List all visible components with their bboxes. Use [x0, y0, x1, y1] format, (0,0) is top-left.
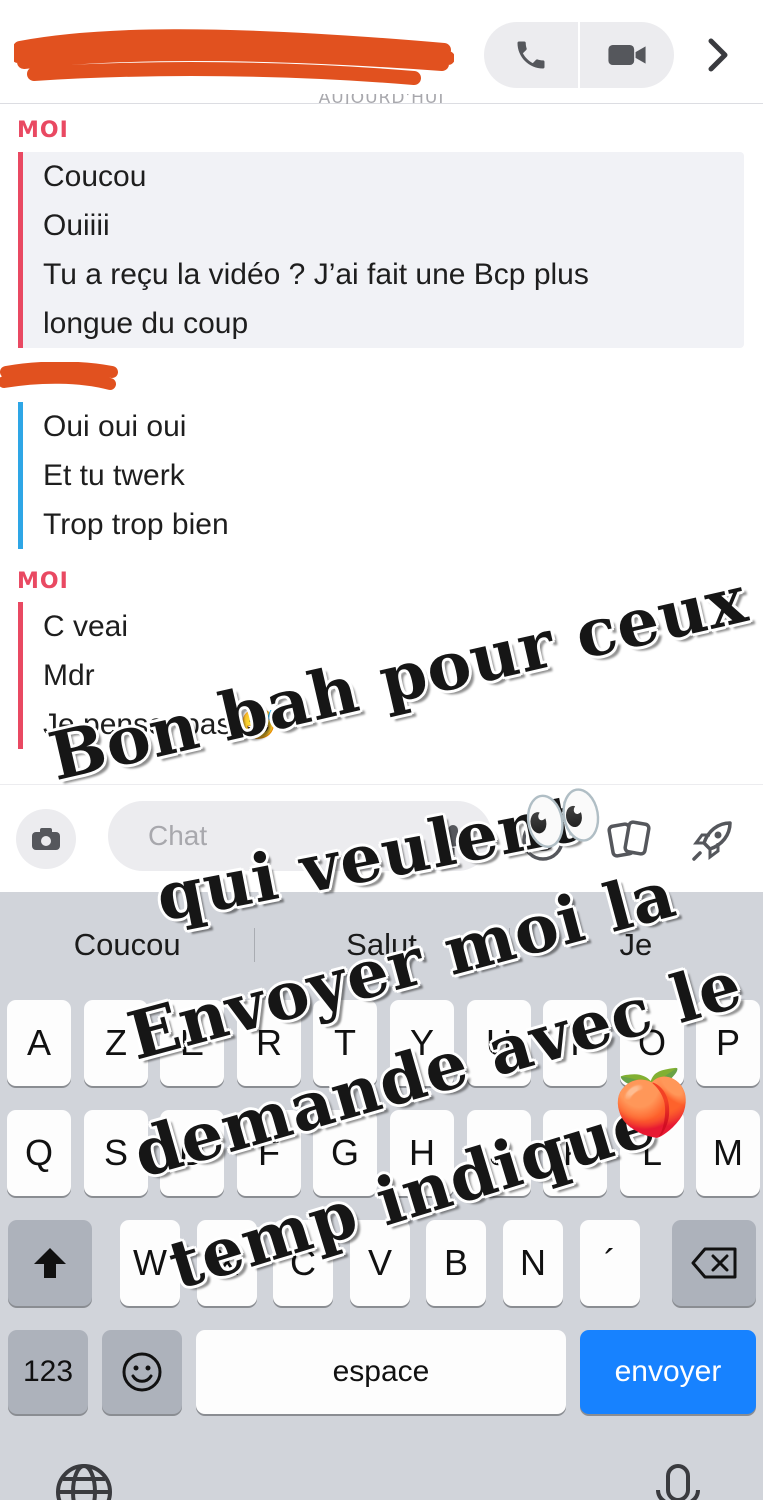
chat-header: AUJOURD'HUI	[0, 0, 763, 106]
message-list: MOI Coucou Ouiiii Tu a reçu la vidéo ? J…	[0, 104, 763, 784]
numbers-key[interactable]: 123	[8, 1330, 88, 1414]
suggestion-item[interactable]: Coucou	[0, 914, 254, 976]
backspace-icon	[691, 1247, 737, 1279]
globe-icon[interactable]	[54, 1462, 114, 1500]
key-letter[interactable]: D	[160, 1110, 224, 1196]
suggestion-bar: Coucou Salut Je	[0, 914, 763, 976]
sender-label-me: MOI	[17, 118, 69, 143]
chat-input-bar	[0, 784, 763, 892]
sticker-button[interactable]	[516, 813, 570, 867]
message-text[interactable]: Ouiiii	[43, 201, 744, 250]
message-text[interactable]: Oui oui oui	[43, 402, 229, 451]
camera-button[interactable]	[16, 809, 76, 869]
sender-label-me: MOI	[17, 569, 69, 594]
message-text[interactable]: Mdr	[43, 651, 277, 700]
key-letter[interactable]: M	[696, 1110, 760, 1196]
rocket-icon	[692, 821, 732, 861]
key-letter[interactable]: P	[696, 1000, 760, 1086]
key-letter[interactable]: Y	[390, 1000, 454, 1086]
key-letter[interactable]: Q	[7, 1110, 71, 1196]
key-letter[interactable]: F	[237, 1110, 301, 1196]
message-group-me: C veai Mdr Je penser pas 😅	[18, 602, 277, 749]
key-letter[interactable]: G	[313, 1110, 377, 1196]
spotlight-button[interactable]	[686, 813, 740, 867]
memories-icon	[607, 820, 651, 858]
shift-key[interactable]	[8, 1220, 92, 1306]
key-letter[interactable]: O	[620, 1000, 684, 1086]
key-letter[interactable]: R	[237, 1000, 301, 1086]
key-letter[interactable]: J	[467, 1110, 531, 1196]
key-letter[interactable]: W	[120, 1220, 180, 1306]
key-letter[interactable]: ´	[580, 1220, 640, 1306]
key-letter[interactable]: I	[543, 1000, 607, 1086]
key-letter[interactable]: A	[7, 1000, 71, 1086]
key-letter[interactable]: V	[350, 1220, 410, 1306]
key-letter[interactable]: C	[273, 1220, 333, 1306]
key-letter[interactable]: H	[390, 1110, 454, 1196]
message-text[interactable]: Tu a reçu la vidéo ? J’ai fait une Bcp p…	[43, 250, 744, 299]
key-letter[interactable]: L	[620, 1110, 684, 1196]
call-buttons	[484, 22, 674, 88]
microphone-button[interactable]	[426, 813, 480, 867]
dictation-icon[interactable]	[648, 1462, 708, 1500]
video-camera-icon	[608, 45, 646, 65]
key-letter[interactable]: E	[160, 1000, 224, 1086]
key-letter[interactable]: K	[543, 1110, 607, 1196]
backspace-key[interactable]	[672, 1220, 756, 1306]
sticker-icon	[522, 819, 564, 861]
message-text[interactable]: longue du coup	[43, 299, 744, 348]
space-key[interactable]: espace	[196, 1330, 566, 1414]
memories-button[interactable]	[602, 813, 656, 867]
more-button[interactable]	[694, 30, 742, 80]
key-letter[interactable]: S	[84, 1110, 148, 1196]
shift-icon	[34, 1248, 66, 1278]
suggestion-item[interactable]: Salut	[254, 914, 508, 976]
message-text[interactable]: C veai	[43, 602, 277, 651]
redacted-contact-name	[14, 29, 454, 85]
video-call-button[interactable]	[578, 22, 674, 88]
send-key[interactable]: envoyer	[580, 1330, 756, 1414]
message-text[interactable]: Et tu twerk	[43, 451, 229, 500]
camera-icon	[32, 828, 60, 850]
key-letter[interactable]: B	[426, 1220, 486, 1306]
phone-icon	[517, 41, 545, 69]
message-group-them: Oui oui oui Et tu twerk Trop trop bien	[18, 402, 229, 549]
key-letter[interactable]: N	[503, 1220, 563, 1306]
message-text[interactable]: Trop trop bien	[43, 500, 229, 549]
message-text[interactable]: Je penser pas 😅	[43, 700, 277, 749]
message-group-me: Coucou Ouiiii Tu a reçu la vidéo ? J’ai …	[18, 152, 744, 348]
chevron-right-icon	[708, 38, 728, 72]
suggestion-item[interactable]: Je	[508, 914, 763, 976]
redacted-sender-name	[0, 362, 118, 390]
key-letter[interactable]: T	[313, 1000, 377, 1086]
microphone-icon	[442, 825, 464, 855]
audio-call-button[interactable]	[484, 22, 578, 88]
message-text[interactable]: Coucou	[43, 152, 744, 201]
key-letter[interactable]: U	[467, 1000, 531, 1086]
key-letter[interactable]: Z	[84, 1000, 148, 1086]
emoji-key[interactable]	[102, 1330, 182, 1414]
key-letter[interactable]: X	[197, 1220, 257, 1306]
emoji-icon	[122, 1352, 162, 1392]
